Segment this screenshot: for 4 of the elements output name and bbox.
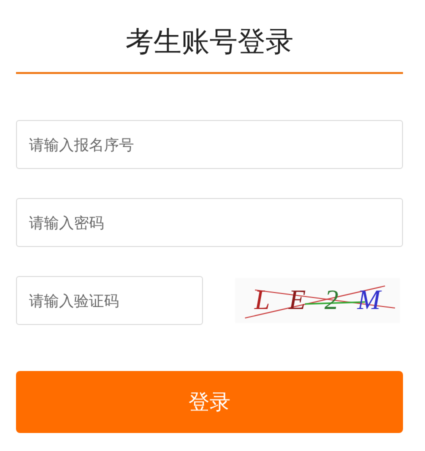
input-field[interactable]: 请输入密码 bbox=[16, 198, 403, 247]
captcha-field[interactable]: 请输入验证码 bbox=[16, 276, 203, 325]
login-title: 考生账号登录 bbox=[126, 24, 294, 60]
input-field[interactable]: 请输入报名序号 bbox=[16, 120, 403, 169]
